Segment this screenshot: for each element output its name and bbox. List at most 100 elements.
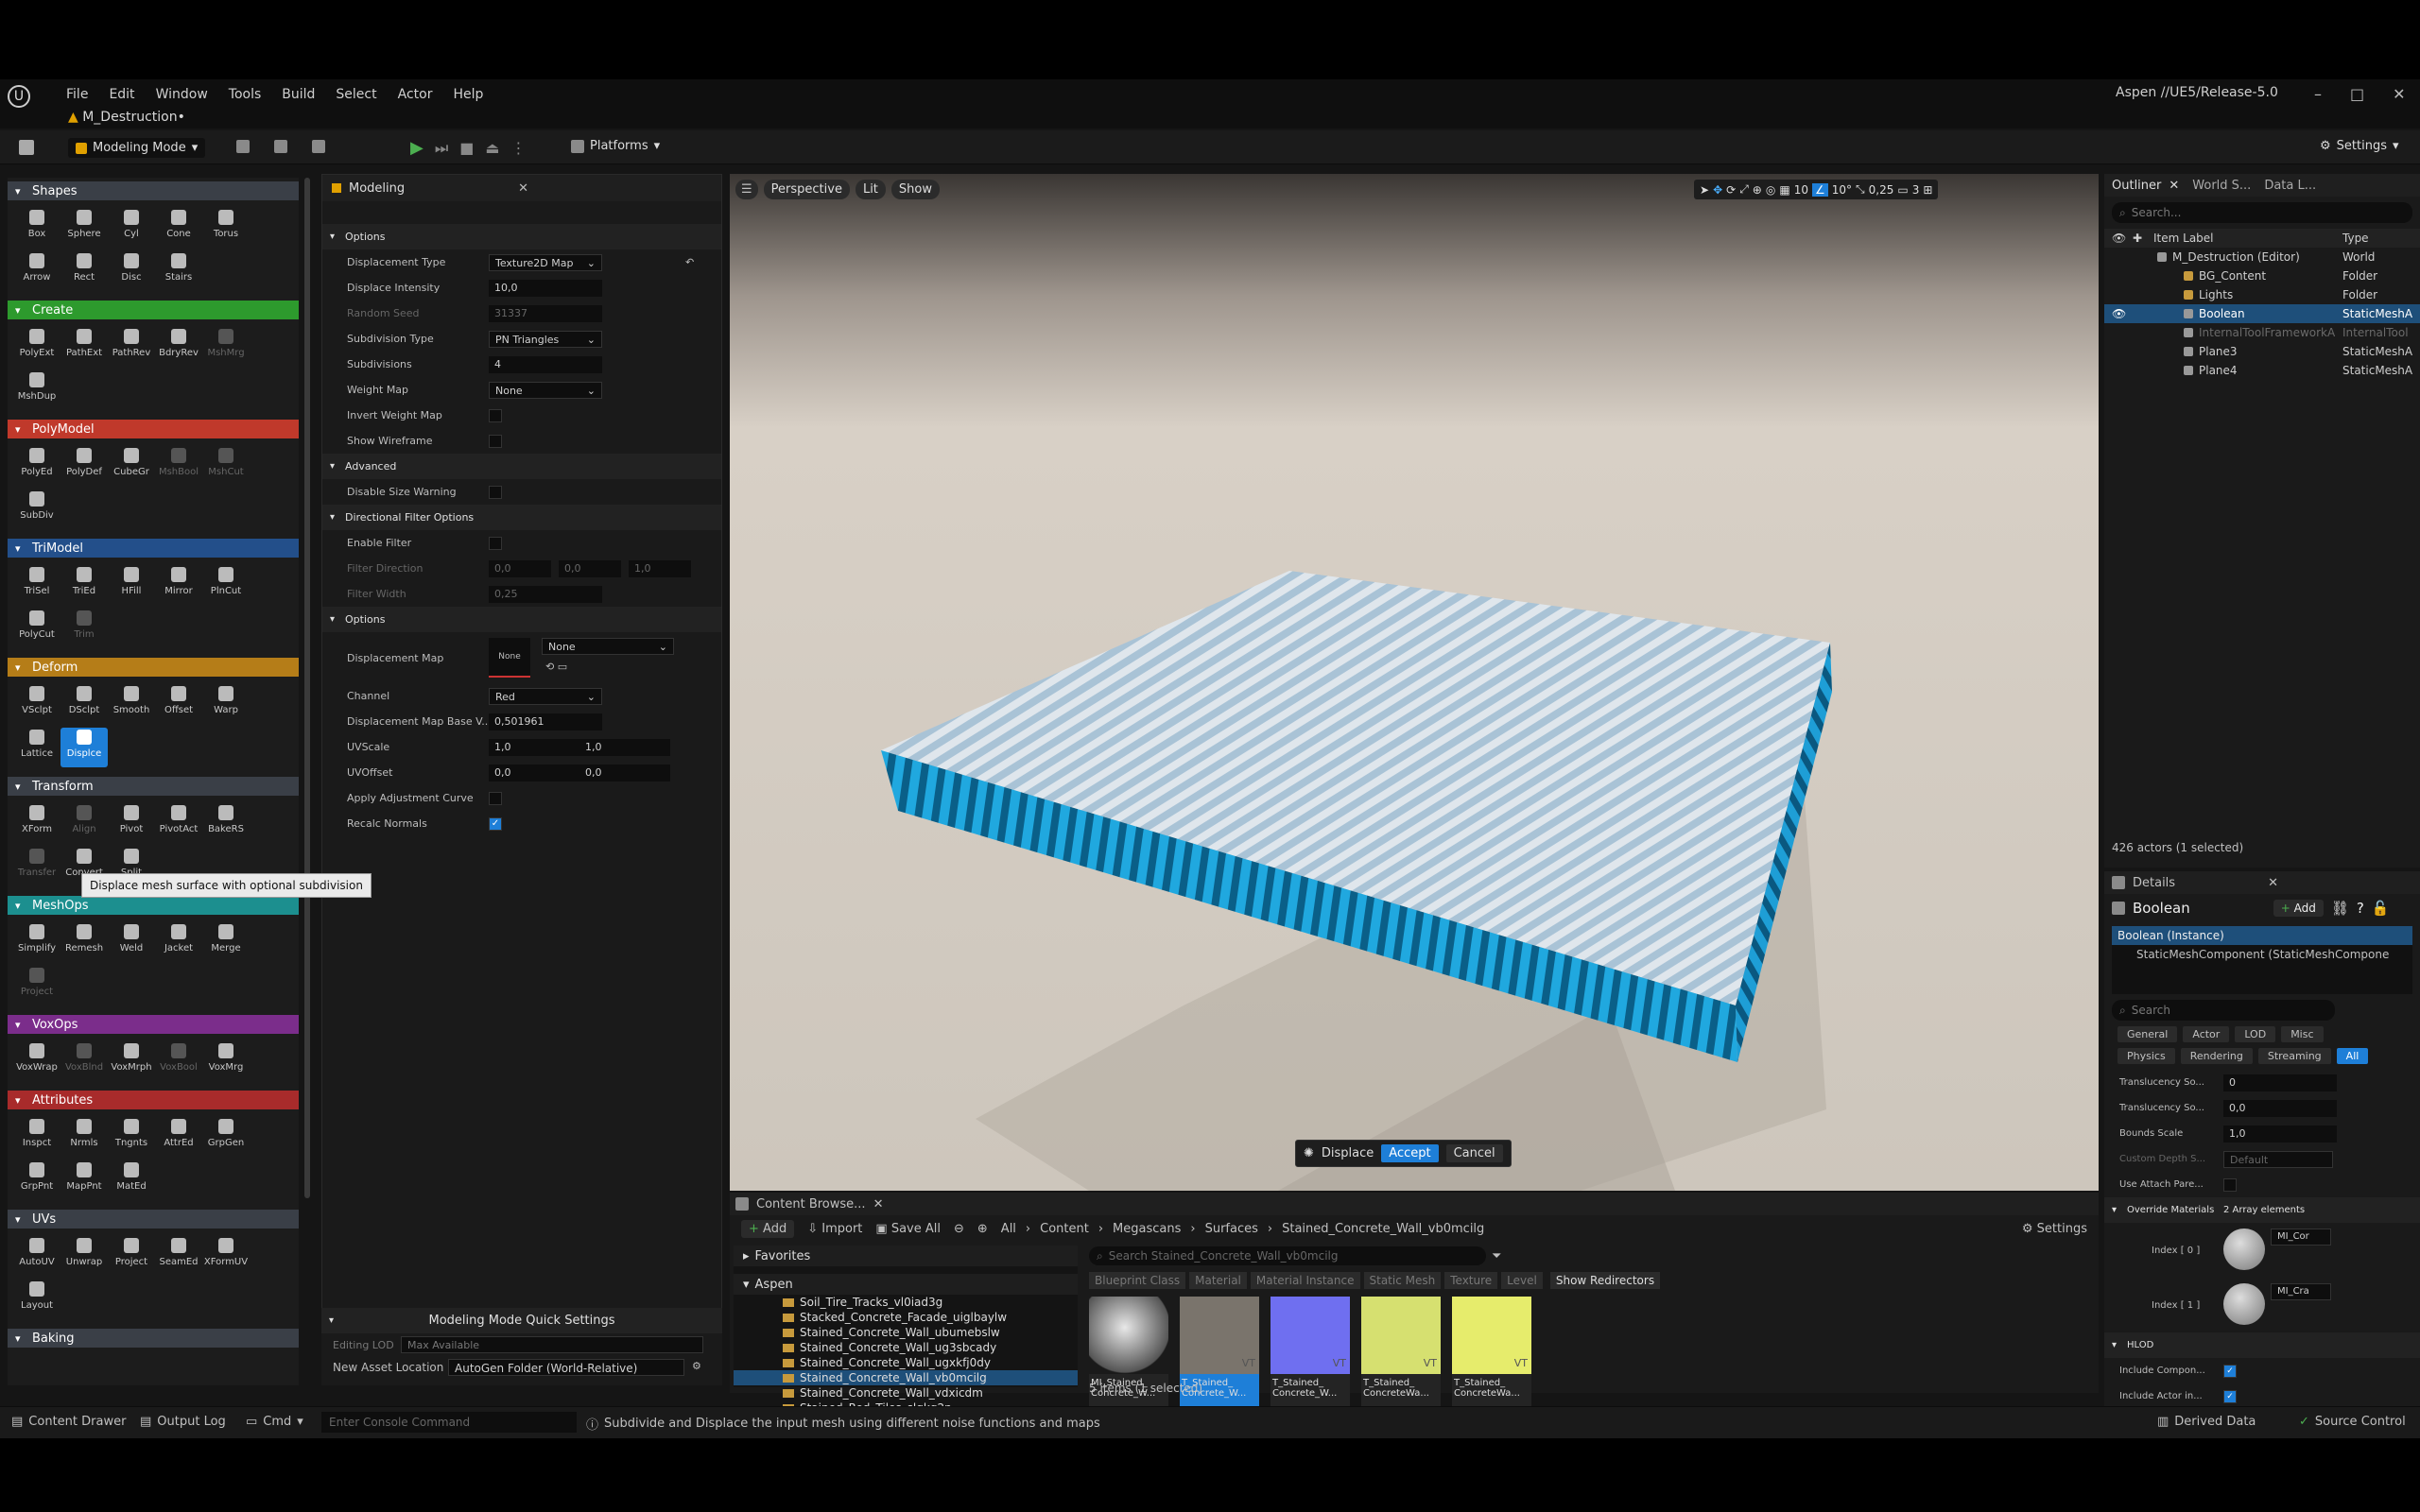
prop-value[interactable]: 1,0	[2223, 1125, 2337, 1143]
scale-snap-value[interactable]: 0,25	[1869, 183, 1894, 197]
section-options[interactable]: Options	[322, 224, 721, 249]
show-redirectors-toggle[interactable]: Show Redirectors	[1549, 1272, 1661, 1289]
new-asset-location-select[interactable]: AutoGen Folder (World-Relative)	[448, 1359, 684, 1376]
filter-texture[interactable]: Texture	[1444, 1272, 1498, 1289]
minimize-icon[interactable]: –	[2314, 85, 2322, 103]
filter-streaming[interactable]: Streaming	[2257, 1048, 2331, 1064]
tool-bdryrev[interactable]: BdryRev	[155, 327, 202, 367]
folder-item[interactable]: Stacked_Concrete_Facade_uiglbaylw	[734, 1310, 1078, 1325]
filter-blueprint-class[interactable]: Blueprint Class	[1089, 1272, 1186, 1289]
accept-button[interactable]: Accept	[1381, 1144, 1439, 1162]
prop-checkbox-checked[interactable]: ✓	[2223, 1364, 2237, 1378]
tool-pivotact[interactable]: PivotAct	[155, 803, 202, 843]
mode-selector[interactable]: Modeling Mode ▾	[68, 138, 206, 158]
tool-nrmls[interactable]: Nrmls	[60, 1117, 108, 1157]
tool-box[interactable]: Box	[13, 208, 60, 248]
more-options-icon[interactable]: ⋮	[511, 139, 527, 157]
world-icon[interactable]: ⊕	[1753, 183, 1762, 197]
hamburger-icon[interactable]: ☰	[735, 180, 758, 199]
prop-dropdown[interactable]: Red ⌄	[489, 687, 602, 705]
tool-pathext[interactable]: PathExt	[60, 327, 108, 367]
menu-window[interactable]: Window	[156, 87, 208, 102]
tool-bakers[interactable]: BakeRS	[202, 803, 250, 843]
use-attach-checkbox[interactable]	[2223, 1177, 2237, 1192]
material-thumbnail[interactable]	[2223, 1283, 2265, 1325]
maximize-icon[interactable]: □	[2350, 85, 2364, 103]
vector-component[interactable]: 0,0	[579, 764, 670, 782]
column-type[interactable]: Type	[2342, 232, 2369, 245]
editing-lod-select[interactable]: Max Available	[401, 1336, 703, 1353]
tool-voxbool[interactable]: VoxBool	[155, 1041, 202, 1081]
tool-cone[interactable]: Cone	[155, 208, 202, 248]
close-icon[interactable]: ✕	[518, 181, 528, 196]
folder-item[interactable]: Stained_Concrete_Wall_ubumebslw	[734, 1325, 1078, 1340]
tool-xform[interactable]: XForm	[13, 803, 60, 843]
tool-layout[interactable]: Layout	[13, 1280, 60, 1319]
tool-torus[interactable]: Torus	[202, 208, 250, 248]
outliner-row[interactable]: InternalToolFrameworkA InternalTool	[2104, 323, 2420, 342]
folder-item[interactable]: Stained_Concrete_Wall_ug3sbcady	[734, 1340, 1078, 1355]
vector-component[interactable]: 0,0	[489, 559, 551, 577]
category-create[interactable]: Create	[8, 301, 299, 319]
show-button[interactable]: Show	[890, 180, 940, 199]
tool-rect[interactable]: Rect	[60, 251, 108, 291]
tool-jacket[interactable]: Jacket	[155, 922, 202, 962]
source-control-button[interactable]: ✓ Source Control	[2299, 1415, 2406, 1429]
filter-general[interactable]: General	[2118, 1026, 2178, 1042]
section-options[interactable]: Options	[322, 607, 721, 632]
tool-grppnt[interactable]: GrpPnt	[13, 1160, 60, 1200]
vector-component[interactable]: 1,0	[629, 559, 691, 577]
prop-checkbox[interactable]	[489, 536, 502, 550]
tool-voxwrap[interactable]: VoxWrap	[13, 1041, 60, 1081]
close-icon[interactable]: ✕	[2169, 179, 2179, 193]
category-attributes[interactable]: Attributes	[8, 1091, 299, 1109]
tab-world-s[interactable]: World S...	[2192, 179, 2251, 193]
tool-inspct[interactable]: Inspct	[13, 1117, 60, 1157]
level-tab[interactable]: ▲ M_Destruction•	[68, 110, 185, 125]
derived-data-button[interactable]: ▥ Derived Data	[2157, 1415, 2256, 1429]
aspen-section[interactable]: ▾ Aspen	[734, 1274, 1078, 1295]
browse-icon[interactable]: ⟲ ▭	[545, 661, 567, 673]
filter-misc[interactable]: Misc	[2281, 1026, 2324, 1042]
texture-asset-picker[interactable]: None ⌄	[542, 638, 674, 655]
vector-component[interactable]: 0,0	[559, 559, 621, 577]
content-drawer-button[interactable]: ▤ Content Drawer	[11, 1415, 126, 1429]
category-transform[interactable]: Transform	[8, 777, 299, 796]
asset-tile[interactable]: VTT_Stained_ ConcreteWa...Texture	[1361, 1297, 1441, 1423]
tool-grpgen[interactable]: GrpGen	[202, 1117, 250, 1157]
add-component-button[interactable]: + Add	[2273, 900, 2324, 917]
menu-build[interactable]: Build	[282, 87, 315, 102]
filter-material[interactable]: Material	[1189, 1272, 1247, 1289]
tool-seamed[interactable]: SeamEd	[155, 1236, 202, 1276]
breadcrumb-item[interactable]: Surfaces	[1205, 1222, 1258, 1236]
category-voxops[interactable]: VoxOps	[8, 1015, 299, 1034]
grid-snap-value[interactable]: 10	[1794, 183, 1808, 197]
tool-plncut[interactable]: PlnCut	[202, 565, 250, 605]
tool-lattice[interactable]: Lattice	[13, 728, 60, 767]
menu-edit[interactable]: Edit	[109, 87, 134, 102]
tool-merge[interactable]: Merge	[202, 922, 250, 962]
category-meshops[interactable]: MeshOps	[8, 896, 299, 915]
filter-actor[interactable]: Actor	[2183, 1026, 2230, 1042]
grid-snap-icon[interactable]: ▦	[1779, 183, 1789, 197]
blueprint-icon[interactable]	[274, 140, 287, 153]
cinematics-icon[interactable]	[312, 140, 325, 153]
tool-sphere[interactable]: Sphere	[60, 208, 108, 248]
camera-speed-icon[interactable]: ▭	[1897, 183, 1908, 197]
tool-remesh[interactable]: Remesh	[60, 922, 108, 962]
tool-polycut[interactable]: PolyCut	[13, 609, 60, 648]
category-polymodel[interactable]: PolyModel	[8, 420, 299, 438]
details-search[interactable]: ⌕ Search	[2112, 1000, 2335, 1021]
filter-physics[interactable]: Physics	[2118, 1048, 2175, 1064]
scale-icon[interactable]: ⤢	[1739, 182, 1749, 197]
maximize-viewport-icon[interactable]: ⊞	[1923, 183, 1932, 197]
blueprint-icon[interactable]: ⛓	[2331, 900, 2349, 917]
filter-rendering[interactable]: Rendering	[2180, 1048, 2253, 1064]
category-deform[interactable]: Deform	[8, 658, 299, 677]
cancel-button[interactable]: Cancel	[1445, 1144, 1503, 1162]
tab-content-browser[interactable]: Content Browse... ✕	[730, 1193, 2099, 1215]
tool-project[interactable]: Project	[108, 1236, 155, 1276]
tool-disc[interactable]: Disc	[108, 251, 155, 291]
platforms-button[interactable]: Platforms ▾	[571, 139, 660, 153]
prop-number-field[interactable]: 0,501961	[489, 713, 602, 730]
